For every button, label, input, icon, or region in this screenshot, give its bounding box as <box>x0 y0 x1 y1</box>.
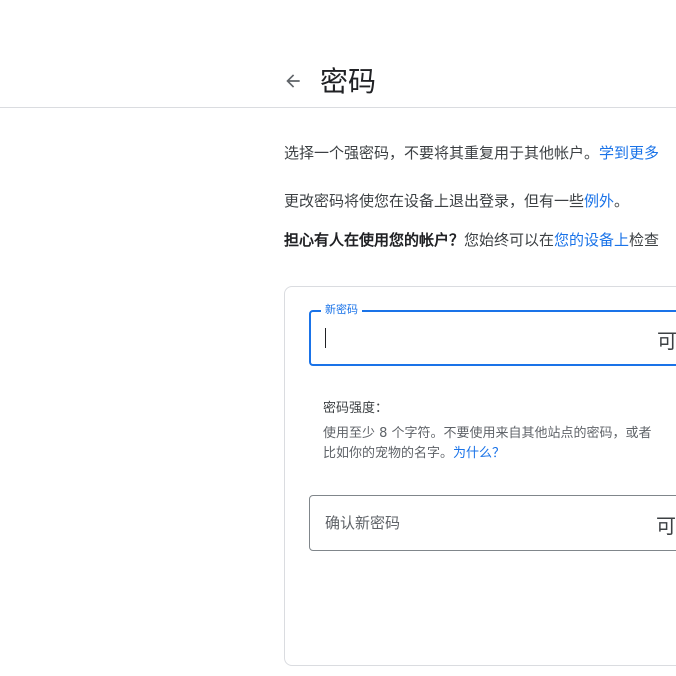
learn-more-link[interactable]: 学到更多 <box>599 144 659 162</box>
show-password-toggle[interactable]: 可 <box>657 329 676 353</box>
intro-text-1: 选择一个强密码，不要将其重复用于其他帐户。 <box>284 144 600 162</box>
why-link[interactable]: 为什么？ <box>453 446 505 461</box>
strength-hint-line-1: 使用至少 8 个字符。不要使用来自其他站点的密码，或者 <box>323 426 652 441</box>
intro-bold-text: 担心有人在使用您的帐户？ <box>284 231 465 249</box>
text-cursor <box>325 328 326 348</box>
page-title: 密码 <box>320 65 377 98</box>
exceptions-link[interactable]: 例外 <box>584 192 614 210</box>
intro-text-2: 更改密码将使您在设备上退出登录，但有一些 <box>284 192 585 210</box>
intro-text-3: 您始终可以在 <box>464 231 555 249</box>
your-devices-link[interactable]: 您的设备上 <box>554 231 629 249</box>
new-password-field[interactable]: 新密码 可 <box>309 303 676 366</box>
intro-line-2: 更改密码将使您在设备上退出登录，但有一些例外。 <box>284 190 629 212</box>
new-password-label: 新密码 <box>321 303 362 317</box>
intro-line-3: 担心有人在使用您的帐户？您始终可以在您的设备上检查 <box>284 229 659 251</box>
confirm-password-placeholder: 确认新密码 <box>325 514 401 532</box>
intro-line-1: 选择一个强密码，不要将其重复用于其他帐户。学到更多 <box>284 142 659 164</box>
strength-hint-text: 比如你的宠物的名字。 <box>323 446 454 461</box>
arrow-left-icon <box>286 74 300 88</box>
back-button[interactable] <box>280 68 306 94</box>
page-header: 密码 <box>0 0 676 108</box>
strength-hint-line-2: 比如你的宠物的名字。为什么？ <box>323 444 505 464</box>
show-confirm-password-toggle[interactable]: 可 <box>656 514 676 538</box>
password-strength-label: 密码强度： <box>323 401 389 416</box>
intro-text-2-end: 。 <box>614 192 630 210</box>
intro-text-3-end: 检查 <box>629 231 660 249</box>
confirm-password-field[interactable]: 确认新密码 可 <box>309 495 676 551</box>
